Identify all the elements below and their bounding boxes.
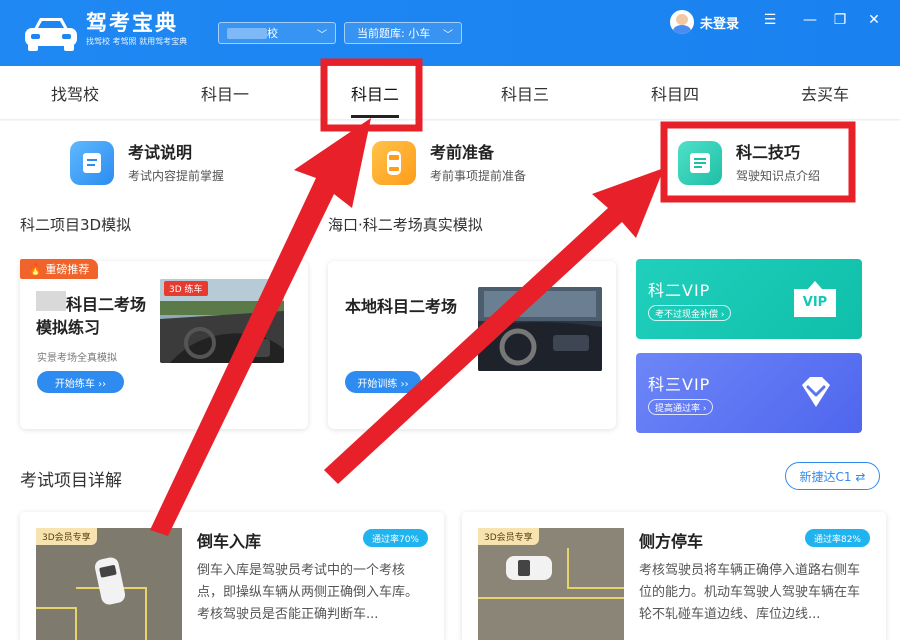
blurred-school-name bbox=[227, 28, 267, 39]
user-label: 未登录 bbox=[700, 16, 740, 32]
title-bar: 驾考宝典 找驾校 考驾照 就用驾考宝典 校 ﹀ 当前题库: 小车 ﹀ 未登录 ☰… bbox=[0, 0, 900, 66]
vip-badge-icon: VIP bbox=[792, 279, 838, 319]
tab-subject-three[interactable]: 科目三 bbox=[480, 66, 570, 120]
question-bank-select[interactable]: 当前题库: 小车 ﹀ bbox=[344, 22, 462, 44]
real-sim-title: 本地科目二考场 bbox=[345, 297, 458, 316]
3d-practice-badge: 3D 练车 bbox=[164, 281, 208, 296]
tab-subject-one[interactable]: 科目一 bbox=[180, 66, 270, 120]
pass-rate-badge: 通过率82% bbox=[804, 529, 870, 547]
tab-label: 去买车 bbox=[800, 85, 849, 104]
tab-subject-four[interactable]: 科目四 bbox=[630, 66, 720, 120]
quick-link-exam-prep[interactable]: 考前准备 考前事项提前准备 bbox=[372, 141, 526, 185]
brand-name: 驾考宝典 bbox=[86, 11, 178, 35]
chevron-down-icon: ﹀ bbox=[317, 30, 327, 41]
sim3d-sub: 实景考场全真模拟 bbox=[37, 353, 117, 364]
brand-slogan: 找驾校 考驾照 就用驾考宝典 bbox=[86, 37, 188, 46]
close-icon[interactable]: ✕ bbox=[864, 10, 884, 30]
project-description: 倒车入库是驾驶员考试中的一个考核点，即操纵车辆从两侧正确倒入车库。考核驾驶员是否… bbox=[197, 563, 419, 622]
member-tag: 3D会员专享 bbox=[36, 528, 97, 545]
avatar bbox=[670, 10, 694, 34]
school-select-value: 校 bbox=[267, 27, 278, 40]
vip-pill: 考不过现金补偿 › bbox=[648, 305, 732, 321]
diamond-icon bbox=[796, 373, 836, 413]
maximize-icon[interactable]: ❐ bbox=[830, 10, 850, 30]
project-card-side-parking[interactable]: 3D会员专享 侧方停车 通过率82% 考核驾驶员将车辆正确停入道路右侧车位的能力… bbox=[462, 512, 886, 640]
tab-label: 找驾校 bbox=[50, 85, 99, 104]
minimize-icon[interactable]: — bbox=[800, 10, 820, 30]
subject-tabs: 找驾校 科目一 科目二 科目三 科目四 去买车 bbox=[0, 66, 900, 120]
active-tab-indicator bbox=[351, 115, 399, 118]
section-title-details: 考试项目详解 bbox=[20, 471, 122, 491]
pass-rate-badge: 通过率70% bbox=[362, 529, 428, 547]
car-logo-icon bbox=[25, 18, 77, 51]
reverse-parking-image: 3D会员专享 bbox=[36, 528, 182, 640]
car-select-button[interactable]: 新捷达C1 ⇄ bbox=[785, 462, 880, 490]
quick-link-title: 考前准备 bbox=[430, 143, 495, 162]
tab-buy-car[interactable]: 去买车 bbox=[780, 66, 870, 120]
quick-link-exam-info[interactable]: 考试说明 考试内容提前掌握 bbox=[70, 141, 224, 185]
quick-link-subject-two-tips[interactable]: 科二技巧 驾驶知识点介绍 bbox=[678, 141, 820, 185]
vip-pill: 提高通过率 › bbox=[648, 399, 714, 415]
chevron-down-icon: ﹀ bbox=[443, 30, 453, 41]
tab-subject-two[interactable]: 科目二 bbox=[330, 66, 420, 120]
menu-icon[interactable]: ☰ bbox=[760, 10, 780, 30]
member-tag: 3D会员专享 bbox=[478, 528, 539, 545]
main-content: 考试说明 考试内容提前掌握 考前准备 考前事项提前准备 科二技巧 驾驶知识点介绍… bbox=[0, 121, 900, 640]
tab-label: 科目三 bbox=[500, 85, 549, 104]
vip-title: 科三VIP bbox=[648, 375, 711, 394]
project-title: 倒车入库 bbox=[197, 532, 262, 551]
sim3d-card[interactable]: 科目二考场 模拟练习 实景考场全真模拟 开始练车 ›› 3D 练车 bbox=[20, 261, 308, 429]
hot-recommend-tag: 🔥 重磅推荐 bbox=[20, 259, 98, 279]
sim3d-title: 科目二考场 模拟练习 bbox=[36, 293, 146, 339]
notes-icon bbox=[678, 141, 722, 185]
vip-title: 科二VIP bbox=[648, 281, 711, 300]
tab-label: 科目二 bbox=[350, 85, 399, 104]
project-card-reverse-parking[interactable]: 3D会员专享 倒车入库 通过率70% 倒车入库是驾驶员考试中的一个考核点，即操纵… bbox=[20, 512, 444, 640]
user-login[interactable]: 未登录 bbox=[670, 10, 739, 34]
quick-link-sub: 驾驶知识点介绍 bbox=[736, 169, 821, 183]
fire-icon: 🔥 bbox=[28, 262, 43, 276]
tab-find-school[interactable]: 找驾校 bbox=[30, 66, 120, 120]
real-sim-thumbnail bbox=[478, 287, 602, 371]
start-practice-button[interactable]: 开始练车 ›› bbox=[37, 371, 124, 393]
vip-card-subject-two[interactable]: 科二VIP 考不过现金补偿 › VIP bbox=[636, 259, 862, 339]
tab-label: 科目四 bbox=[650, 85, 699, 104]
tab-label: 科目一 bbox=[200, 85, 249, 104]
hot-tag-label: 重磅推荐 bbox=[45, 263, 90, 276]
side-parking-image: 3D会员专享 bbox=[478, 528, 624, 640]
sim3d-title-line1: 科目二考场 bbox=[66, 295, 147, 314]
quick-link-sub: 考试内容提前掌握 bbox=[128, 169, 225, 183]
quick-link-sub: 考前事项提前准备 bbox=[430, 169, 527, 183]
project-title: 侧方停车 bbox=[639, 532, 704, 551]
section-title-3d-sim: 科二项目3D模拟 bbox=[20, 216, 132, 234]
vip-badge-text: VIP bbox=[802, 295, 828, 310]
question-bank-label: 当前题库: 小车 bbox=[357, 27, 431, 40]
brand: 驾考宝典 找驾校 考驾照 就用驾考宝典 bbox=[86, 10, 187, 48]
sim3d-title-line2: 模拟练习 bbox=[36, 318, 101, 337]
sim3d-thumbnail: 3D 练车 bbox=[160, 279, 284, 363]
car-icon bbox=[372, 141, 416, 185]
section-title-real-sim: 海口·科二考场真实模拟 bbox=[328, 216, 483, 234]
vip-card-subject-three[interactable]: 科三VIP 提高通过率 › bbox=[636, 353, 862, 433]
real-sim-card[interactable]: 本地科目二考场 开始训练 ›› bbox=[328, 261, 616, 429]
start-training-button[interactable]: 开始训练 ›› bbox=[345, 371, 421, 393]
project-description: 考核驾驶员将车辆正确停入道路右侧车位的能力。机动车驾驶人驾驶车辆在车轮不轧碰车道… bbox=[639, 563, 861, 622]
school-select[interactable]: 校 ﹀ bbox=[218, 22, 336, 44]
document-icon bbox=[70, 141, 114, 185]
quick-link-title: 科二技巧 bbox=[736, 143, 801, 162]
quick-link-title: 考试说明 bbox=[128, 143, 193, 162]
